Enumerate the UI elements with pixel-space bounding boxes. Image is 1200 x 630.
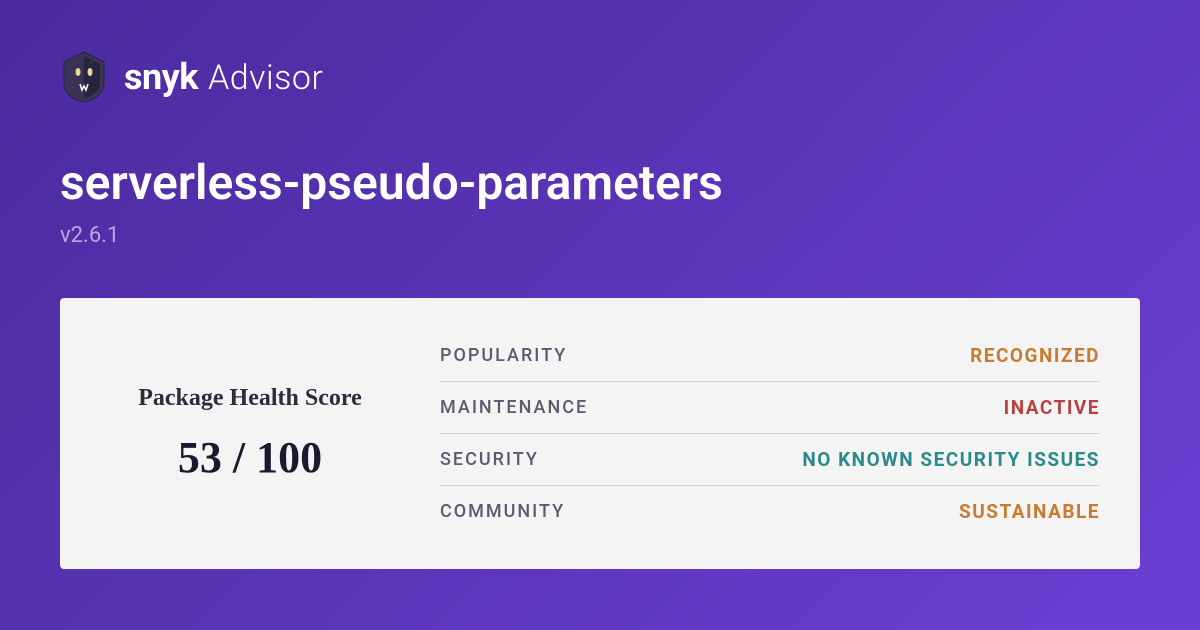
brand-name: snyk bbox=[124, 56, 198, 98]
score-section: Package Health Score 53 / 100 bbox=[100, 330, 400, 537]
metric-label: POPULARITY bbox=[440, 345, 567, 366]
brand-product: Advisor bbox=[208, 58, 323, 98]
metric-row: COMMUNITY SUSTAINABLE bbox=[440, 486, 1100, 537]
snyk-logo-icon bbox=[60, 50, 108, 104]
metric-label: SECURITY bbox=[440, 449, 539, 470]
health-card: Package Health Score 53 / 100 POPULARITY… bbox=[60, 298, 1140, 569]
metric-row: MAINTENANCE INACTIVE bbox=[440, 382, 1100, 434]
package-name: serverless-pseudo-parameters bbox=[60, 154, 1140, 211]
metric-value: INACTIVE bbox=[1004, 396, 1100, 419]
metric-value: RECOGNIZED bbox=[970, 344, 1100, 367]
metric-label: COMMUNITY bbox=[440, 501, 565, 522]
metric-label: MAINTENANCE bbox=[440, 397, 588, 418]
metrics-section: POPULARITY RECOGNIZED MAINTENANCE INACTI… bbox=[440, 330, 1100, 537]
score-value: 53 / 100 bbox=[178, 432, 322, 483]
metric-row: POPULARITY RECOGNIZED bbox=[440, 330, 1100, 382]
header: snyk Advisor bbox=[60, 50, 1140, 104]
score-label: Package Health Score bbox=[138, 385, 362, 412]
metric-value: SUSTAINABLE bbox=[959, 500, 1100, 523]
metric-value: NO KNOWN SECURITY ISSUES bbox=[802, 448, 1100, 471]
brand: snyk Advisor bbox=[124, 56, 323, 98]
package-version: v2.6.1 bbox=[60, 223, 1140, 248]
metric-row: SECURITY NO KNOWN SECURITY ISSUES bbox=[440, 434, 1100, 486]
